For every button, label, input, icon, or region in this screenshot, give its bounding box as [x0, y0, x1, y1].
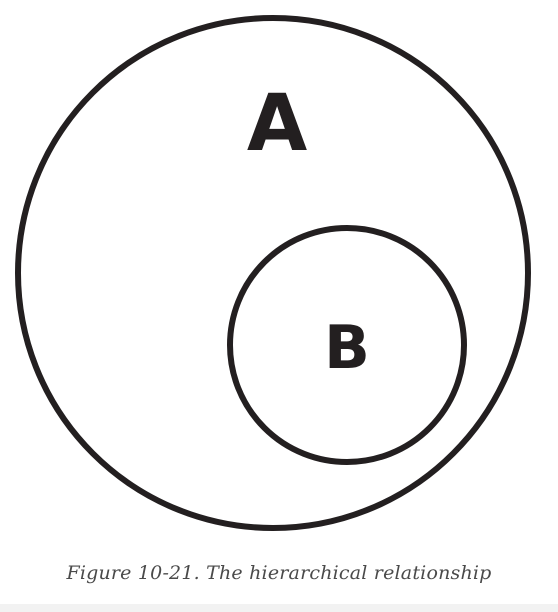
figure: A B Figure 10-21. The hierarchical relat… — [0, 0, 558, 612]
figure-caption: Figure 10-21. The hierarchical relations… — [66, 562, 492, 584]
venn-diagram: A B — [15, 15, 531, 531]
bottom-divider — [0, 604, 558, 612]
inner-set-label: B — [324, 313, 370, 383]
outer-set-label: A — [247, 79, 307, 169]
